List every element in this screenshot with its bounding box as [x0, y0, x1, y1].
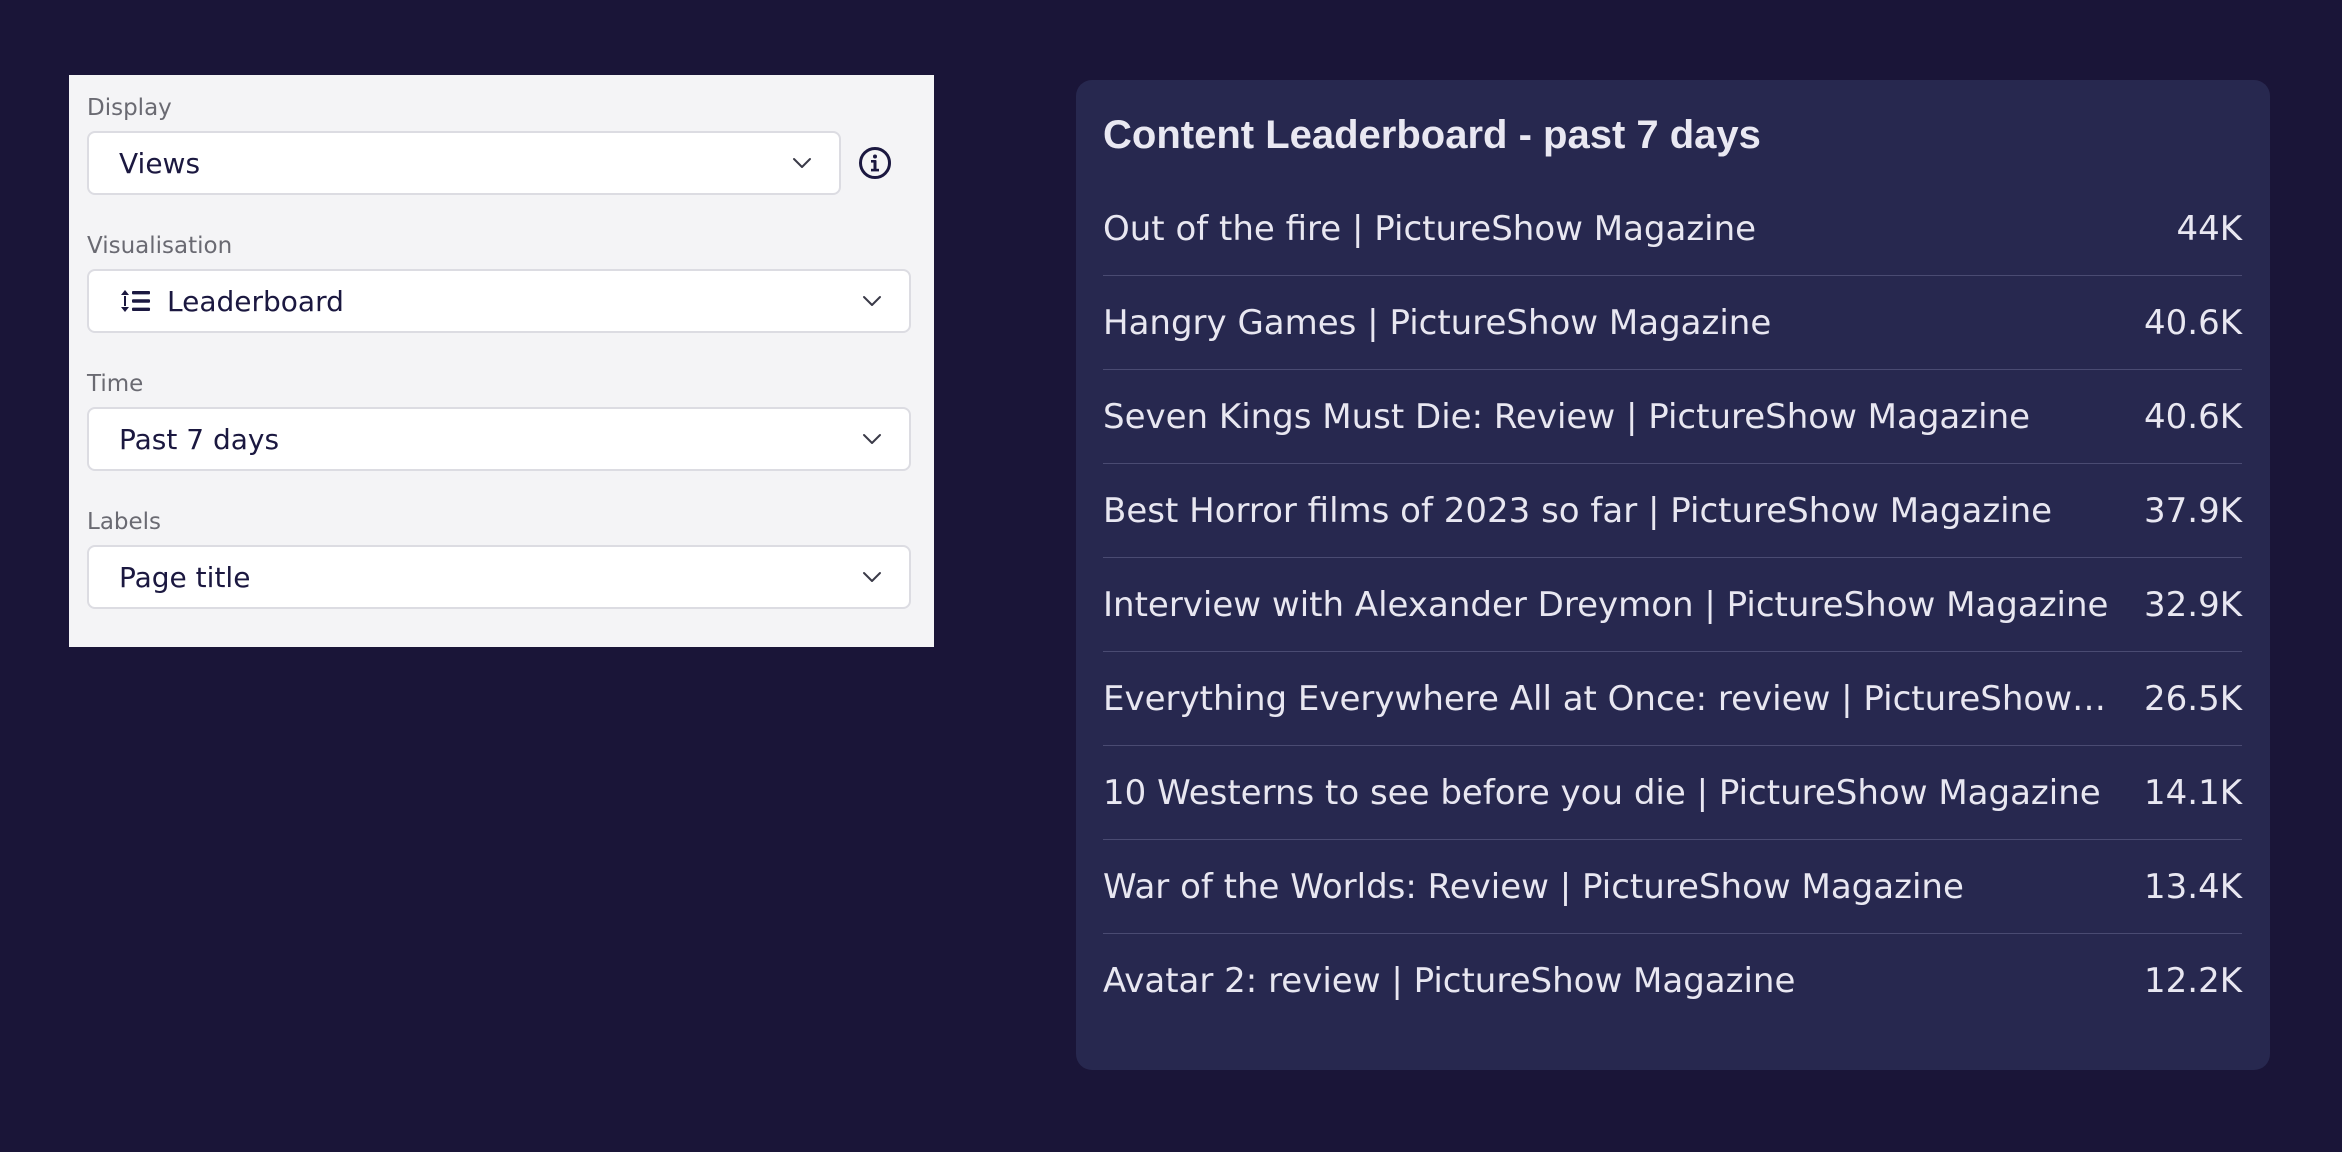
leaderboard-row: Hangry Games | PictureShow Magazine 40.6…: [1103, 276, 2242, 370]
settings-panel: Display Views Visualisation Leaderboard …: [69, 75, 934, 647]
row-page-title: War of the Worlds: Review | PictureShow …: [1103, 866, 1964, 907]
row-page-title: 10 Westerns to see before you die | Pict…: [1103, 772, 2101, 813]
visualisation-select-value: Leaderboard: [167, 284, 344, 318]
row-page-title: Interview with Alexander Dreymon | Pictu…: [1103, 584, 2109, 625]
display-field: Display Views: [87, 93, 912, 195]
leaderboard-row: Interview with Alexander Dreymon | Pictu…: [1103, 558, 2242, 652]
visualisation-field: Visualisation Leaderboard: [87, 231, 912, 333]
visualisation-label: Visualisation: [87, 233, 233, 259]
leaderboard-list: Out of the fire | PictureShow Magazine 4…: [1103, 182, 2242, 1028]
row-page-title: Everything Everywhere All at Once: revie…: [1103, 678, 2144, 719]
labels-field: Labels Page title: [87, 507, 912, 609]
row-page-title: Best Horror films of 2023 so far | Pictu…: [1103, 490, 2053, 531]
leaderboard-row: Everything Everywhere All at Once: revie…: [1103, 652, 2242, 746]
chevron-down-icon: [793, 158, 811, 168]
row-view-count: 14.1K: [2144, 772, 2242, 813]
row-view-count: 44K: [2176, 208, 2242, 249]
row-view-count: 13.4K: [2144, 866, 2242, 907]
row-view-count: 12.2K: [2144, 961, 2242, 1001]
leaderboard-row: Best Horror films of 2023 so far | Pictu…: [1103, 464, 2242, 558]
leaderboard-row: Seven Kings Must Die: Review | PictureSh…: [1103, 370, 2242, 464]
chevron-down-icon: [863, 572, 881, 582]
display-label: Display: [87, 95, 172, 121]
info-button[interactable]: [853, 141, 897, 185]
row-view-count: 26.5K: [2144, 678, 2242, 719]
list-sort-icon: [121, 290, 150, 312]
time-field: Time Past 7 days: [87, 369, 912, 471]
leaderboard-card: Content Leaderboard - past 7 days Out of…: [1076, 80, 2270, 1070]
row-page-title: Out of the fire | PictureShow Magazine: [1103, 208, 1757, 249]
labels-label: Labels: [87, 509, 162, 535]
time-select-value: Past 7 days: [119, 422, 280, 456]
labels-select[interactable]: Page title: [87, 545, 911, 609]
leaderboard-row: Out of the fire | PictureShow Magazine 4…: [1103, 182, 2242, 276]
row-view-count: 32.9K: [2144, 584, 2242, 625]
chevron-down-icon: [863, 296, 881, 306]
row-view-count: 40.6K: [2144, 302, 2242, 343]
info-circle-icon: [859, 147, 891, 179]
display-select-value: Views: [119, 146, 201, 180]
chevron-down-icon: [863, 434, 881, 444]
leaderboard-row: Avatar 2: review | PictureShow Magazine …: [1103, 934, 2242, 1028]
labels-select-value: Page title: [119, 560, 251, 594]
row-view-count: 40.6K: [2144, 396, 2242, 437]
leaderboard-row: 10 Westerns to see before you die | Pict…: [1103, 746, 2242, 840]
row-page-title: Seven Kings Must Die: Review | PictureSh…: [1103, 396, 2031, 437]
visualisation-select[interactable]: Leaderboard: [87, 269, 911, 333]
leaderboard-title: Content Leaderboard - past 7 days: [1103, 113, 1761, 157]
row-page-title: Hangry Games | PictureShow Magazine: [1103, 302, 1772, 343]
leaderboard-row: War of the Worlds: Review | PictureShow …: [1103, 840, 2242, 934]
time-label: Time: [87, 371, 144, 397]
time-select[interactable]: Past 7 days: [87, 407, 911, 471]
row-view-count: 37.9K: [2144, 490, 2242, 531]
row-page-title: Avatar 2: review | PictureShow Magazine: [1103, 961, 1796, 1001]
display-select[interactable]: Views: [87, 131, 841, 195]
